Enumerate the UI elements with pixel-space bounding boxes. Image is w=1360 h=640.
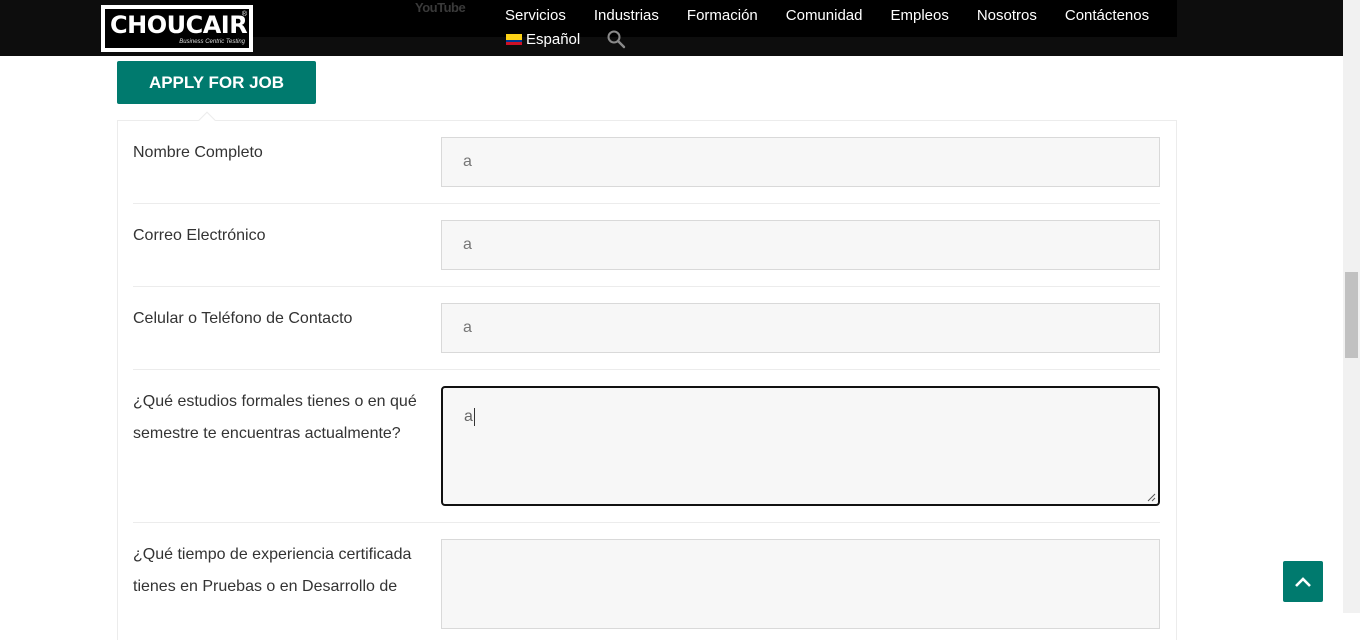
nav-item-contactenos[interactable]: Contáctenos [1065, 7, 1149, 24]
language-selector[interactable]: Español [506, 31, 580, 48]
form-row: ¿Qué estudios formales tienes o en qué s… [133, 386, 1160, 523]
logo-box: CHOUCAIR ® Business Centric Testing [105, 9, 249, 48]
studies-value: a [464, 408, 473, 425]
experience-textarea[interactable] [441, 539, 1160, 629]
phone-input[interactable]: a [441, 303, 1160, 353]
studies-label: ¿Qué estudios formales tienes o en qué s… [133, 393, 417, 442]
nav-item-industrias[interactable]: Industrias [594, 7, 659, 24]
youtube-link[interactable]: YouTube [415, 0, 466, 15]
form-row: Nombre Completo a [133, 137, 1160, 204]
full-name-label: Nombre Completo [133, 144, 263, 161]
phone-value: a [463, 319, 472, 336]
colombia-flag-icon [506, 34, 522, 45]
nav-item-comunidad[interactable]: Comunidad [786, 7, 863, 24]
full-name-value: a [463, 153, 472, 170]
logo-tagline: Business Centric Testing [179, 39, 245, 45]
full-name-input[interactable]: a [441, 137, 1160, 187]
nav-item-formacion[interactable]: Formación [687, 7, 758, 24]
form-row: Correo Electrónico a [133, 220, 1160, 287]
choucair-logo[interactable]: CHOUCAIR ® Business Centric Testing [101, 5, 253, 52]
experience-label: ¿Qué tiempo de experiencia certificada t… [133, 546, 412, 595]
page-scrollbar[interactable] [1343, 0, 1360, 613]
email-label: Correo Electrónico [133, 227, 266, 244]
form-row: ¿Qué tiempo de experiencia certificada t… [133, 539, 1160, 639]
site-header: YouTube CHOUCAIR ® Business Centric Test… [0, 0, 1343, 56]
text-caret [473, 408, 475, 426]
resize-grip-icon[interactable] [1147, 493, 1156, 502]
nav-item-empleos[interactable]: Empleos [890, 7, 948, 24]
studies-textarea[interactable]: a [441, 386, 1160, 506]
search-icon[interactable] [606, 29, 626, 49]
nav-item-nosotros[interactable]: Nosotros [977, 7, 1037, 24]
main-nav: Servicios Industrias Formación Comunidad… [505, 7, 1177, 24]
back-to-top-button[interactable] [1283, 561, 1323, 602]
language-label: Español [526, 31, 581, 48]
form-row: Celular o Teléfono de Contacto a [133, 303, 1160, 370]
email-value: a [463, 236, 472, 253]
scrollbar-thumb[interactable] [1345, 272, 1358, 358]
nav-item-servicios[interactable]: Servicios [505, 7, 566, 24]
apply-for-job-button[interactable]: APPLY FOR JOB [117, 61, 316, 104]
logo-registered-mark: ® [241, 11, 247, 18]
logo-text: CHOUCAIR [110, 11, 248, 39]
chevron-up-icon [1295, 576, 1311, 587]
phone-label: Celular o Teléfono de Contacto [133, 310, 353, 327]
email-input[interactable]: a [441, 220, 1160, 270]
